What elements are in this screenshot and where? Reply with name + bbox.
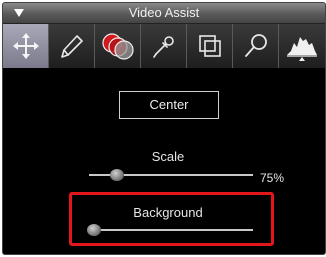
overlap-circles-icon (101, 33, 134, 60)
pencil-tool-button[interactable] (49, 24, 95, 68)
histogram-tool-button[interactable] (279, 24, 325, 68)
center-button[interactable]: Center (119, 91, 219, 119)
scale-slider-thumb[interactable] (109, 169, 124, 181)
move-tool-button[interactable] (3, 24, 49, 68)
background-slider-thumb[interactable] (86, 224, 101, 236)
title-bar[interactable]: Video Assist (3, 3, 325, 24)
overlap-tool-button[interactable] (95, 24, 141, 68)
video-assist-panel: Video Assist Center Scale 75% Background (2, 2, 326, 255)
pencil-icon (60, 35, 83, 58)
eyedropper-icon (152, 36, 174, 58)
background-label: Background (133, 205, 203, 220)
scale-value: 75% (260, 171, 285, 185)
zoom-tool-button[interactable] (233, 24, 279, 68)
eyedropper-tool-button[interactable] (141, 24, 187, 68)
move-arrows-icon (12, 33, 39, 59)
window-title: Video Assist (128, 5, 200, 20)
overlay-tool-button[interactable] (187, 24, 233, 68)
overlay-squares-icon (198, 35, 221, 57)
toolbar (3, 24, 325, 68)
background-slider-track[interactable] (89, 229, 253, 231)
scale-label: Scale (151, 149, 185, 164)
magnifier-icon (244, 34, 267, 57)
histogram-icon (287, 37, 317, 61)
